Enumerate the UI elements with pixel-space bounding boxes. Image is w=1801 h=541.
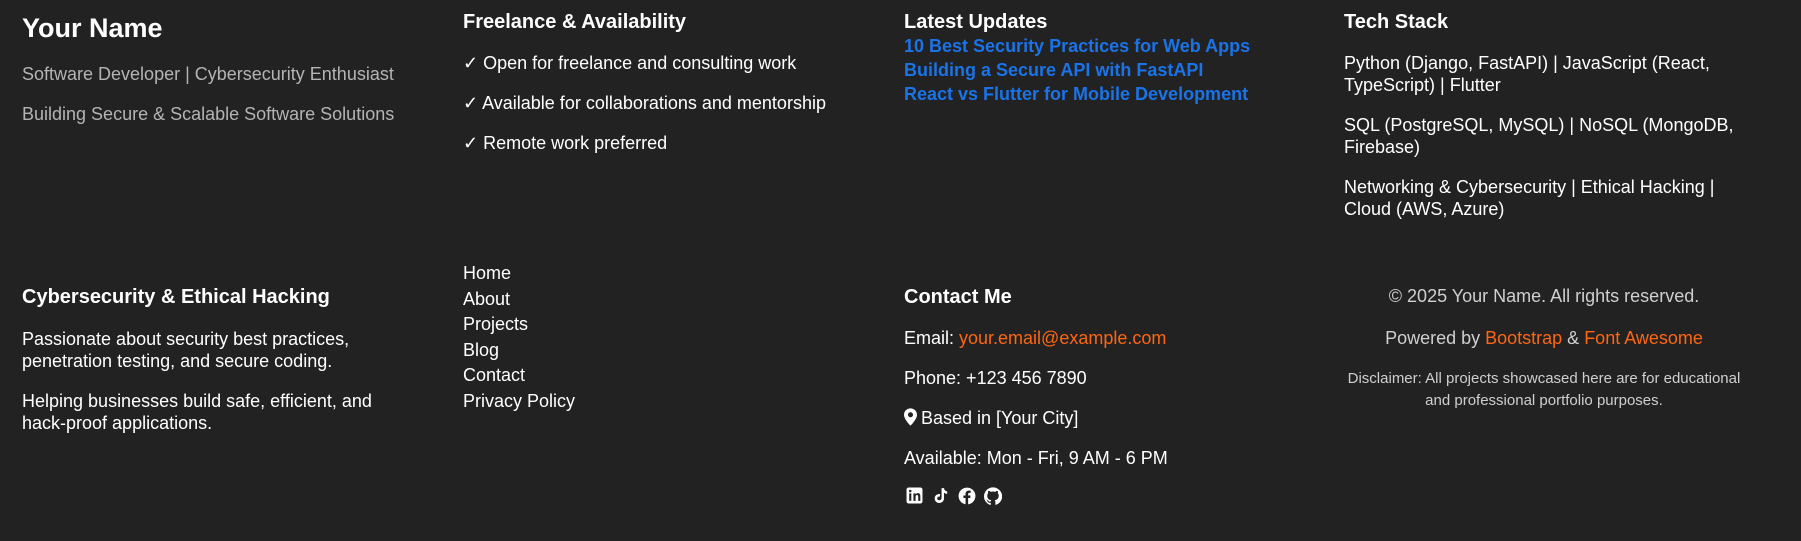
powered-by-text: Powered by Bootstrap & Font Awesome (1344, 327, 1744, 349)
tech-stack-section: Tech Stack Python (Django, FastAPI) | Ja… (1344, 10, 1754, 220)
latest-updates-section: Latest Updates 10 Best Security Practice… (904, 10, 1324, 106)
contact-title: Contact Me (904, 286, 1012, 308)
cyber-title: Cybersecurity & Ethical Hacking (22, 286, 330, 308)
nav-link-projects[interactable]: Projects (463, 312, 663, 338)
github-icon[interactable] (984, 487, 1002, 505)
brand-block: Your Name Software Developer | Cybersecu… (22, 12, 422, 125)
cybersecurity-section: Cybersecurity & Ethical Hacking Passiona… (22, 285, 392, 434)
freelance-item: ✓ Open for freelance and consulting work (463, 53, 797, 73)
updates-title: Latest Updates (904, 11, 1048, 33)
map-pin-icon (904, 408, 917, 426)
cyber-paragraph: Passionate about security best practices… (22, 329, 350, 371)
footer-nav: Home About Projects Blog Contact Privacy… (463, 261, 663, 415)
disclaimer-text: Disclaimer: All projects showcased here … (1347, 370, 1741, 409)
location-text: Based in [Your City] (921, 408, 1079, 428)
tech-item: SQL (PostgreSQL, MySQL) | NoSQL (MongoDB… (1344, 115, 1734, 157)
contact-section: Contact Me Email: your.email@example.com… (904, 285, 1324, 505)
cyber-paragraph: Helping businesses build safe, efficient… (22, 391, 372, 433)
update-link[interactable]: 10 Best Security Practices for Web Apps (904, 34, 1324, 58)
tech-item: Networking & Cybersecurity | Ethical Hac… (1344, 177, 1715, 219)
nav-link-home[interactable]: Home (463, 261, 663, 287)
freelance-item: ✓ Remote work preferred (463, 133, 668, 153)
freelance-section: Freelance & Availability ✓ Open for free… (463, 10, 883, 154)
powered-sep: & (1562, 328, 1585, 348)
legal-section: © 2025 Your Name. All rights reserved. P… (1344, 285, 1744, 412)
nav-link-contact[interactable]: Contact (463, 363, 663, 389)
contact-hours: Available: Mon - Fri, 9 AM - 6 PM (904, 448, 1168, 468)
email-label: Email: (904, 328, 960, 348)
brand-name: Your Name (22, 13, 163, 43)
linkedin-icon[interactable] (906, 487, 924, 505)
nav-link-about[interactable]: About (463, 287, 663, 313)
email-link[interactable]: your.email@example.com (959, 328, 1166, 348)
tech-title: Tech Stack (1344, 11, 1449, 33)
nav-link-blog[interactable]: Blog (463, 338, 663, 364)
brand-subtagline: Building Secure & Scalable Software Solu… (22, 104, 395, 124)
tech-item: Python (Django, FastAPI) | JavaScript (R… (1344, 53, 1710, 95)
social-links (906, 487, 1324, 505)
contact-phone: Phone: +123 456 7890 (904, 368, 1087, 388)
freelance-title: Freelance & Availability (463, 11, 687, 33)
contact-email: Email: your.email@example.com (904, 327, 1324, 349)
powered-prefix: Powered by (1385, 328, 1486, 348)
bootstrap-link[interactable]: Bootstrap (1485, 328, 1562, 348)
brand-tagline: Software Developer | Cybersecurity Enthu… (22, 64, 394, 84)
update-link[interactable]: React vs Flutter for Mobile Development (904, 82, 1324, 106)
copyright-text: © 2025 Your Name. All rights reserved. (1388, 286, 1700, 306)
tiktok-icon[interactable] (932, 487, 950, 505)
facebook-icon[interactable] (958, 487, 976, 505)
nav-link-privacy-policy[interactable]: Privacy Policy (463, 389, 663, 415)
update-link[interactable]: Building a Secure API with FastAPI (904, 58, 1324, 82)
font-awesome-link[interactable]: Font Awesome (1584, 328, 1703, 348)
contact-location: Based in [Your City] (904, 407, 1324, 429)
freelance-item: ✓ Available for collaborations and mento… (463, 93, 826, 113)
